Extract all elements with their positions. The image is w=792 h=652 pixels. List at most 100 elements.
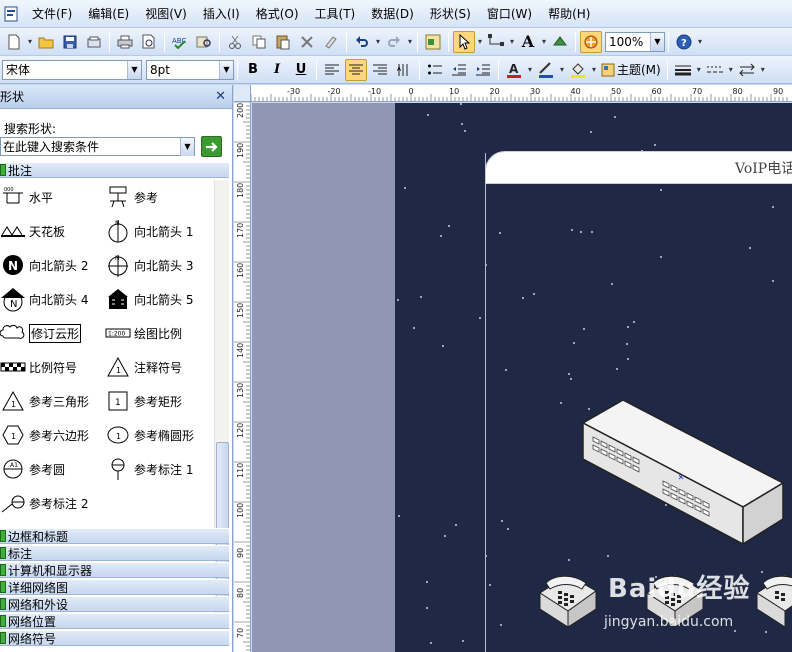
stencil-callouts[interactable]: 标注 [0, 545, 229, 561]
font-select[interactable]: 宋体 ▼ [2, 59, 142, 80]
font-color-icon[interactable]: A [503, 59, 525, 81]
line-color-icon[interactable] [535, 59, 557, 81]
print-icon[interactable] [114, 31, 136, 53]
underline-button[interactable]: U [290, 59, 312, 81]
italic-button[interactable]: I [266, 59, 288, 81]
redo-icon[interactable] [383, 31, 405, 53]
help-icon[interactable]: ? [673, 31, 695, 53]
decrease-indent-icon[interactable] [448, 59, 470, 81]
shape-item[interactable]: N 向北箭头 1 [105, 218, 193, 244]
stencil-network-symbols[interactable]: 网络符号 [0, 630, 229, 646]
research-icon[interactable] [193, 31, 215, 53]
shape-item[interactable]: N 向北箭头 4 [0, 286, 88, 312]
stencil-annotations-header[interactable]: 批注 [0, 162, 229, 178]
shape-item[interactable]: 1 参考矩形 [105, 388, 182, 414]
chevron-down-icon[interactable]: ▾ [558, 65, 566, 74]
stencil-detailed-network[interactable]: 详细网络图 [0, 579, 229, 595]
paste-icon[interactable] [272, 31, 294, 53]
menu-edit[interactable]: 编辑(E) [80, 0, 137, 28]
ip-phone-3[interactable] [753, 569, 792, 633]
connector-tool-icon[interactable] [485, 31, 507, 53]
menu-help[interactable]: 帮助(H) [540, 0, 598, 28]
text-tool-icon[interactable]: A [517, 31, 539, 53]
undo-icon[interactable] [351, 31, 373, 53]
new-icon[interactable] [3, 31, 25, 53]
pan-zoom-icon[interactable] [580, 30, 602, 53]
line-weight-icon[interactable] [672, 59, 694, 81]
fill-color-icon[interactable] [567, 59, 589, 81]
chevron-down-icon[interactable]: ▼ [180, 137, 194, 156]
chevron-down-icon[interactable]: ▾ [26, 37, 34, 46]
chevron-down-icon[interactable]: ▾ [695, 65, 703, 74]
ruler-corner[interactable] [234, 85, 251, 102]
shape-item[interactable]: 参考标注 1 [105, 456, 193, 482]
align-right-icon[interactable] [369, 59, 391, 81]
open-folder-icon[interactable] [35, 31, 57, 53]
line-pattern-icon[interactable] [704, 59, 726, 81]
chevron-down-icon[interactable]: ▾ [540, 37, 548, 46]
spelling-icon[interactable]: ABC [169, 31, 191, 53]
shape-item[interactable]: 1 参考三角形 [0, 388, 89, 414]
menu-insert[interactable]: 插入(I) [195, 0, 248, 28]
ip-phone-1[interactable] [536, 569, 598, 633]
chevron-down-icon[interactable]: ▼ [219, 60, 233, 79]
stencil-network-locations[interactable]: 网络位置 [0, 613, 229, 629]
permission-icon[interactable] [83, 31, 105, 53]
shape-item[interactable]: 参考 [105, 184, 158, 210]
menu-format[interactable]: 格式(O) [248, 0, 307, 28]
shape-item[interactable]: 1 参考六边形 [0, 422, 89, 448]
align-left-icon[interactable] [321, 59, 343, 81]
menu-tools[interactable]: 工具(T) [307, 0, 364, 28]
shape-item[interactable]: N 向北箭头 2 [0, 252, 88, 278]
diagram-title[interactable]: VoIP电话 [735, 158, 792, 178]
chevron-down-icon[interactable]: ▾ [759, 65, 767, 74]
shape-item[interactable]: 1:200 绘图比例 [105, 320, 182, 346]
save-icon[interactable] [59, 31, 81, 53]
chevron-down-icon[interactable]: ▾ [727, 65, 735, 74]
shape-item[interactable]: 向北箭头 5 [105, 286, 193, 312]
pointer-tool-icon[interactable] [453, 30, 475, 53]
format-painter-icon[interactable] [320, 31, 342, 53]
menu-shape[interactable]: 形状(S) [422, 0, 479, 28]
chevron-down-icon[interactable]: ▾ [406, 37, 414, 46]
network-switch[interactable] [581, 399, 786, 549]
theme-button[interactable]: 主题(M) [599, 59, 663, 81]
menu-view[interactable]: 视图(V) [137, 0, 195, 28]
bold-button[interactable]: B [242, 59, 264, 81]
print-preview-icon[interactable] [138, 31, 160, 53]
chevron-down-icon[interactable]: ▾ [508, 37, 516, 46]
align-center-icon[interactable] [345, 58, 367, 81]
shape-item[interactable]: 天花板 [0, 218, 65, 244]
visio-app-icon[interactable] [2, 5, 20, 23]
zoom-select[interactable]: 100% ▼ [605, 31, 665, 52]
font-size-select[interactable]: 8pt ▼ [146, 59, 234, 80]
copy-icon[interactable] [248, 31, 270, 53]
search-go-button[interactable] [201, 136, 222, 157]
shape-item[interactable]: 000 水平 [0, 184, 53, 210]
chevron-down-icon[interactable]: ▾ [374, 37, 382, 46]
search-shapes-input[interactable]: 在此键入搜索条件 ▼ [0, 137, 195, 156]
shape-item[interactable]: 1 参考椭圆形 [105, 422, 194, 448]
chevron-down-icon[interactable]: ▼ [127, 60, 141, 79]
stencil-borders-titles[interactable]: 边框和标题 [0, 528, 229, 544]
chevron-down-icon[interactable]: ▾ [590, 65, 598, 74]
shape-item[interactable]: 参考标注 2 [0, 490, 88, 516]
cut-icon[interactable] [224, 31, 246, 53]
menu-file[interactable]: 文件(F) [24, 0, 80, 28]
delete-icon[interactable] [296, 31, 318, 53]
stencil-computers-monitors[interactable]: 计算机和显示器 [0, 562, 229, 578]
connection-point-icon[interactable] [549, 31, 571, 53]
shape-item[interactable]: A1 参考圆 [0, 456, 65, 482]
horizontal-ruler[interactable]: -30 -20 -10 0 10 20 30 40 50 60 70 80 90 [251, 85, 792, 102]
chevron-down-icon[interactable]: ▾ [526, 65, 534, 74]
shapes-window-icon[interactable] [422, 31, 444, 53]
vertical-ruler[interactable]: 200 190 180 170 160 150 140 130 120 110 100 90 80 70 [234, 102, 251, 652]
chevron-down-icon[interactable]: ▼ [650, 32, 664, 51]
line-ends-icon[interactable] [736, 59, 758, 81]
toolbar-options-icon[interactable]: ▾ [696, 37, 704, 46]
shape-item[interactable]: 1 注释符号 [105, 354, 182, 380]
close-icon[interactable]: ✕ [215, 89, 226, 104]
chevron-down-icon[interactable]: ▾ [476, 37, 484, 46]
menu-window[interactable]: 窗口(W) [479, 0, 540, 28]
shape-item[interactable]: 比例符号 [0, 354, 77, 380]
